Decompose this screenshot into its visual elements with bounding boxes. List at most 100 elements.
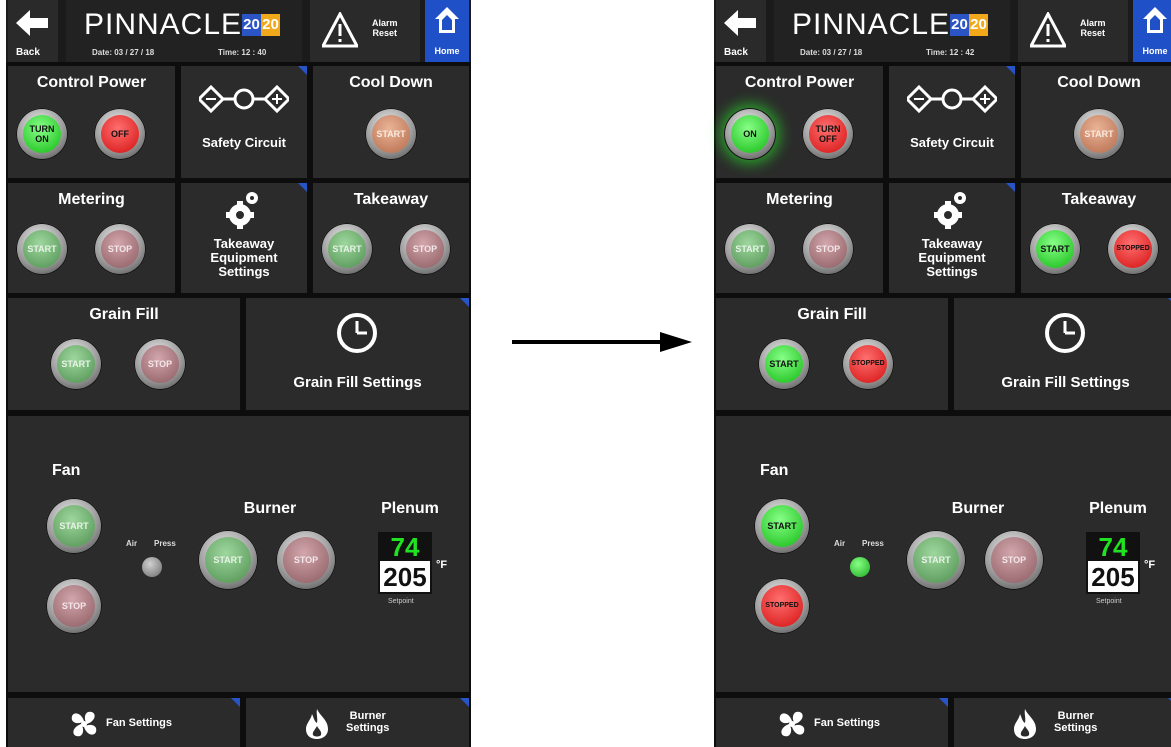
plenum-current-temp: 74 (1088, 534, 1138, 561)
metering-stop-label: STOP (101, 230, 139, 268)
transition-arrow (512, 332, 692, 352)
metering-start-label: START (23, 230, 61, 268)
takeaway-settings-tile[interactable]: Takeaway Equipment Settings (889, 183, 1015, 293)
safety-circuit-tile[interactable]: Safety Circuit (181, 66, 307, 178)
takeaway-settings-line3: Settings (926, 264, 978, 279)
cool-down-start-button[interactable]: START (1073, 108, 1125, 160)
home-button[interactable]: Home (425, 0, 469, 62)
metering-stop-button[interactable]: STOP (802, 223, 854, 275)
control-power-on-button[interactable]: ON (724, 108, 776, 160)
burner-stop-button[interactable]: STOP (276, 530, 336, 590)
alarm-label: Alarm (372, 18, 398, 28)
burner-start-button[interactable]: START (198, 530, 258, 590)
takeaway-start-label: START (328, 230, 366, 268)
flame-icon (306, 709, 328, 739)
takeaway-start-button[interactable]: START (1029, 223, 1081, 275)
metering-start-button[interactable]: START (16, 223, 68, 275)
grain-fill-start-button[interactable]: START (50, 338, 102, 390)
burner-start-button[interactable]: START (906, 530, 966, 590)
air-press-indicator (850, 557, 870, 577)
fan-settings-button[interactable]: Fan Settings (716, 698, 948, 747)
alarm-reset-button[interactable]: Alarm Reset (1018, 0, 1128, 62)
takeaway-settings-label: Takeaway Equipment Settings (181, 237, 307, 279)
brand-year-right: 20 (969, 14, 988, 36)
cool-down-tile: Cool Down START (1021, 66, 1171, 178)
takeaway-stop-button[interactable]: STOPPED (1107, 223, 1159, 275)
fan-icon (779, 711, 805, 737)
back-button[interactable]: Back (716, 0, 766, 62)
time-readout: Time: 12 : 40 (218, 48, 267, 57)
clock-icon (1045, 313, 1085, 353)
metering-start-button[interactable]: START (724, 223, 776, 275)
back-label: Back (724, 47, 748, 58)
brand-title: PINNACLE (84, 8, 243, 41)
plenum-unit: °F (1144, 559, 1156, 571)
metering-tile: Metering START STOP (8, 183, 175, 293)
cool-down-tile: Cool Down START (313, 66, 469, 178)
metering-stop-button[interactable]: STOP (94, 223, 146, 275)
clock-icon (337, 313, 377, 353)
safety-circuit-label: Safety Circuit (910, 135, 994, 150)
takeaway-settings-tile[interactable]: Takeaway Equipment Settings (181, 183, 307, 293)
burner-settings-label: Burner Settings (346, 710, 389, 734)
takeaway-stop-label: STOPPED (1114, 230, 1152, 268)
fan-stop-button[interactable]: STOPPED (754, 578, 810, 634)
alarm-reset-button[interactable]: Alarm Reset (310, 0, 420, 62)
grain-fill-title: Grain Fill (797, 306, 867, 323)
fan-settings-button[interactable]: Fan Settings (8, 698, 240, 747)
takeaway-settings-line3: Settings (218, 264, 270, 279)
back-arrow-icon (724, 10, 756, 36)
cool-down-start-button[interactable]: START (365, 108, 417, 160)
takeaway-stop-button[interactable]: STOP (399, 223, 451, 275)
control-power-title: Control Power (744, 74, 855, 91)
plenum-title: Plenum (1089, 500, 1147, 517)
burner-title: Burner (951, 500, 1005, 517)
home-button[interactable]: Home (1133, 0, 1171, 62)
cool-down-title: Cool Down (1057, 74, 1141, 91)
plenum-setpoint-temp[interactable]: 205 (380, 563, 430, 592)
fan-start-button[interactable]: START (46, 498, 102, 554)
safety-circuit-icon (199, 84, 289, 114)
burner-start-label: START (913, 537, 959, 583)
burner-start-label: START (205, 537, 251, 583)
brand-year-right: 20 (261, 14, 280, 36)
plenum-setpoint-temp[interactable]: 205 (1088, 563, 1138, 592)
fan-start-button[interactable]: START (754, 498, 810, 554)
plenum-setpoint-label: Setpoint (1096, 598, 1122, 605)
flame-icon (1014, 709, 1036, 739)
air-press-indicator (142, 557, 162, 577)
grain-fill-stop-label: STOPPED (849, 345, 887, 383)
grain-fill-tile: Grain Fill START STOPPED (716, 298, 948, 410)
grain-fill-tile: Grain Fill START STOP (8, 298, 240, 410)
burner-settings-button[interactable]: Burner Settings (246, 698, 469, 747)
back-button[interactable]: Back (8, 0, 58, 62)
metering-title: Metering (58, 191, 125, 208)
brand-title: PINNACLE (792, 8, 951, 41)
grain-fill-stop-button[interactable]: STOPPED (842, 338, 894, 390)
grain-fill-settings-tile[interactable]: Grain Fill Settings (246, 298, 469, 410)
home-label: Home (434, 46, 460, 56)
control-power-on-button[interactable]: TURN ON (16, 108, 68, 160)
header-bar: Back PINNACLE 20 20 Date: 03 / 27 / 18 T… (6, 0, 471, 62)
takeaway-stop-label: STOP (406, 230, 444, 268)
takeaway-start-button[interactable]: START (321, 223, 373, 275)
burner-settings-button[interactable]: Burner Settings (954, 698, 1171, 747)
cool-down-title: Cool Down (349, 74, 433, 91)
control-power-title: Control Power (36, 74, 147, 91)
grain-fill-start-button[interactable]: START (758, 338, 810, 390)
burner-title: Burner (243, 500, 297, 517)
metering-title: Metering (766, 191, 833, 208)
control-power-off-button[interactable]: TURN OFF (802, 108, 854, 160)
control-power-off-label: OFF (101, 115, 139, 153)
burner-stop-button[interactable]: STOP (984, 530, 1044, 590)
grain-fill-settings-tile[interactable]: Grain Fill Settings (954, 298, 1171, 410)
fan-start-label: START (53, 505, 95, 547)
control-power-off-button[interactable]: OFF (94, 108, 146, 160)
fan-stop-button[interactable]: STOP (46, 578, 102, 634)
grain-fill-start-label: START (57, 345, 95, 383)
cool-down-start-label: START (372, 115, 410, 153)
fan-title: Fan (760, 462, 789, 479)
fan-start-label: START (761, 505, 803, 547)
safety-circuit-tile[interactable]: Safety Circuit (889, 66, 1015, 178)
grain-fill-stop-button[interactable]: STOP (134, 338, 186, 390)
